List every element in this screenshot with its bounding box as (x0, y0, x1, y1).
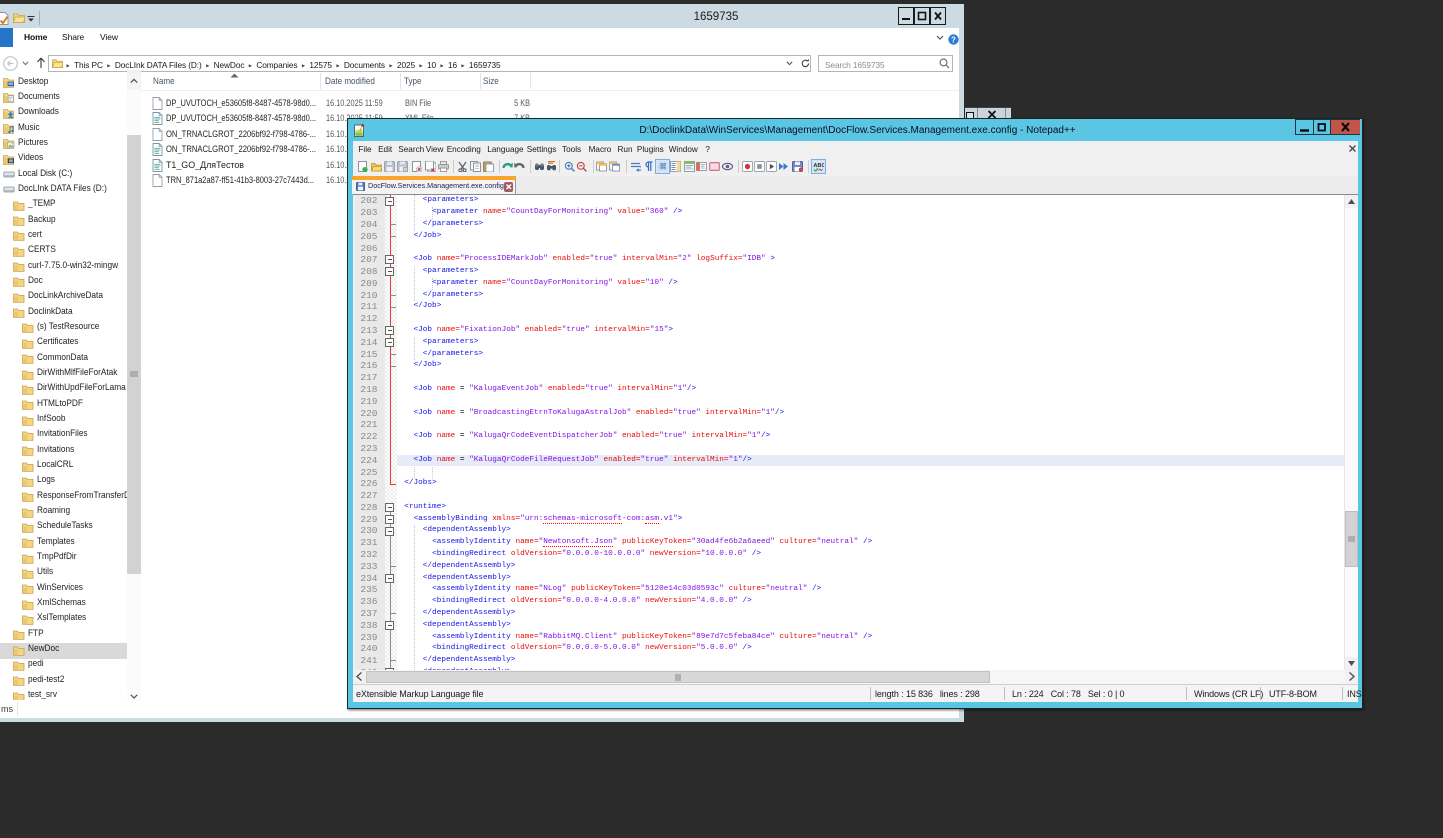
svg-text:?: ? (951, 35, 956, 44)
svg-text:ABC: ABC (813, 163, 824, 169)
